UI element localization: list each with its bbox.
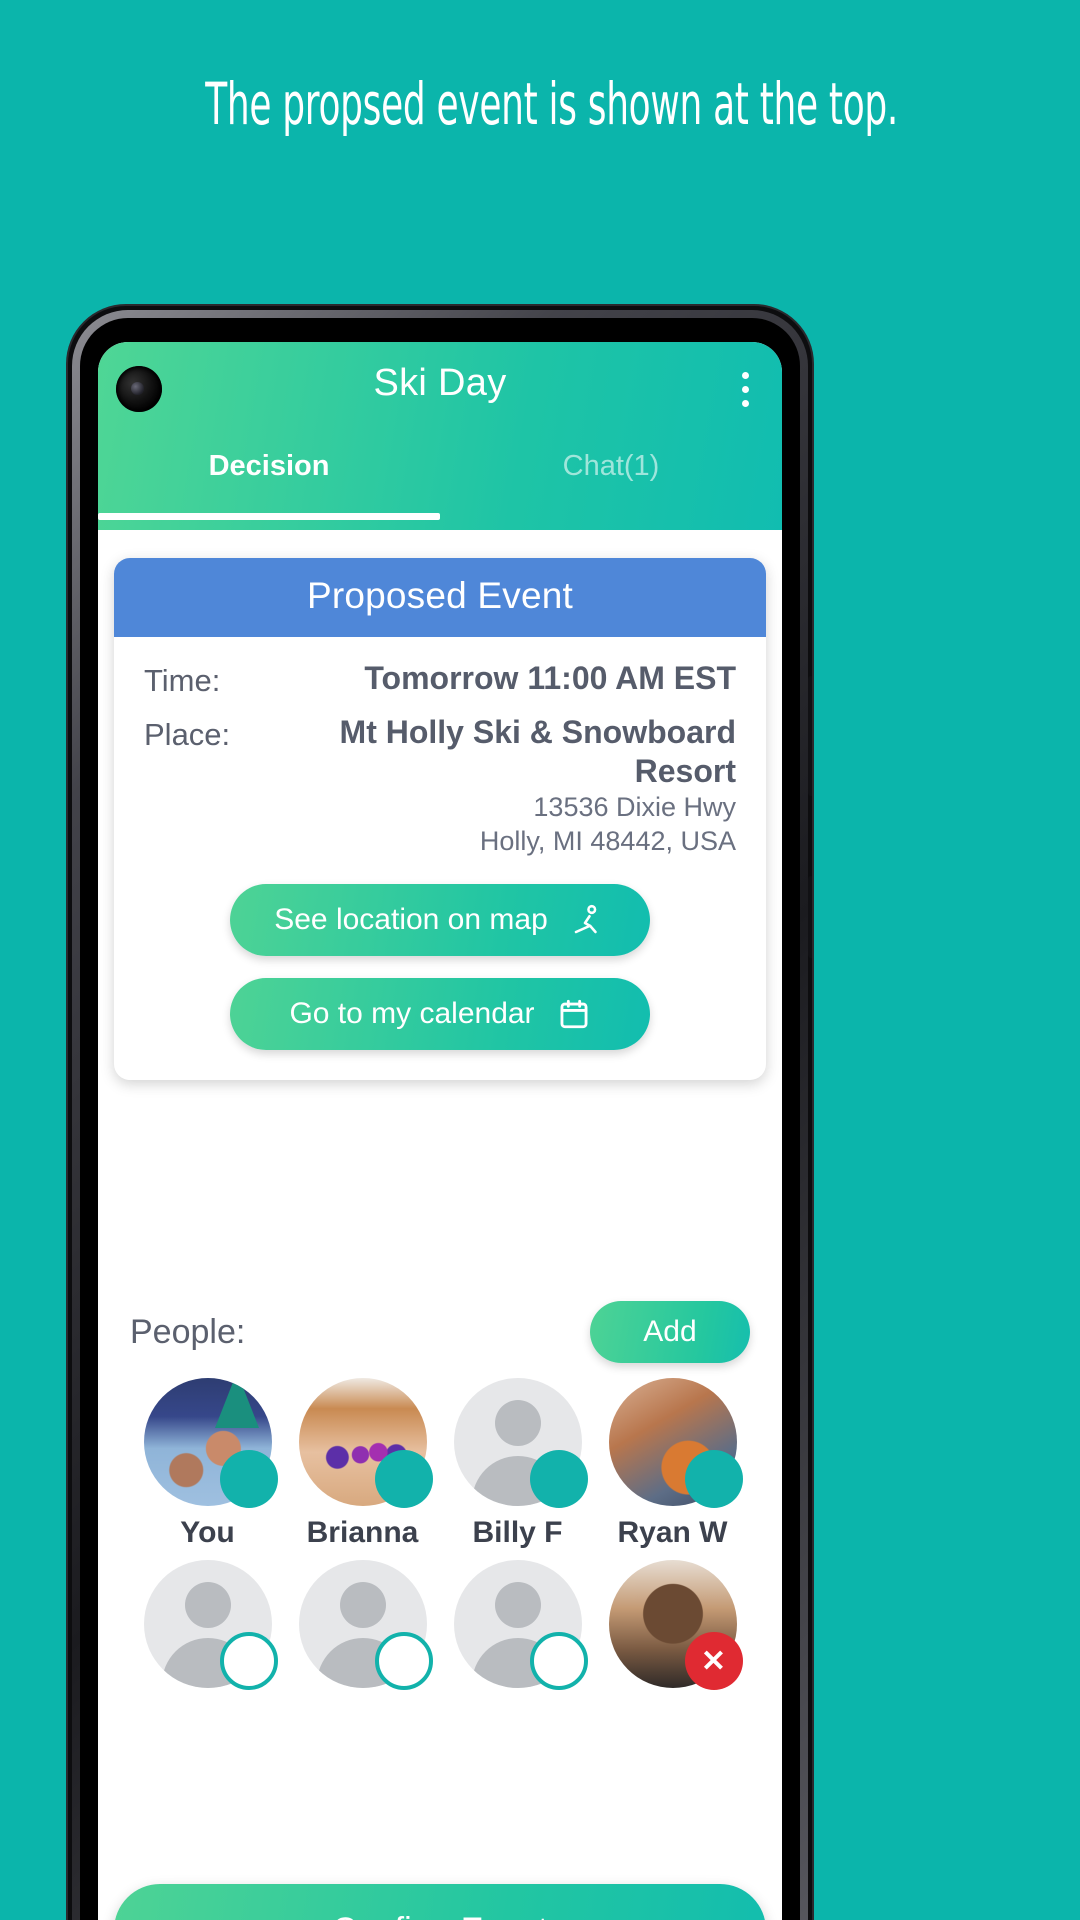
overflow-menu-icon[interactable] <box>742 372 750 414</box>
avatar-wrapper[interactable] <box>298 1378 433 1508</box>
tab-chat-label: Chat(1) <box>562 450 660 482</box>
see-location-on-map-button[interactable]: See location on map <box>230 884 650 956</box>
confirm-event-button[interactable]: Confirm Event <box>114 1884 766 1920</box>
tab-active-indicator <box>98 513 440 520</box>
avatar-wrapper[interactable] <box>143 1378 278 1508</box>
people-label: People: <box>130 1312 246 1351</box>
event-address-line-2: Holly, MI 48442, USA <box>479 825 736 856</box>
tab-bar: Decision Chat(1) <box>98 436 782 530</box>
phone-screen: Ski Day Decision Chat(1) Proposed Event <box>98 342 782 1920</box>
page-headline: The propsed event is shown at the top. <box>205 70 899 138</box>
add-person-label: Add <box>643 1315 697 1348</box>
avatar-wrapper[interactable] <box>453 1560 588 1690</box>
event-address-line-1: 13536 Dixie Hwy <box>533 792 736 823</box>
person-name: Ryan W <box>617 1516 728 1549</box>
status-badge-accepted <box>374 1450 433 1508</box>
people-header: People: Add <box>130 1286 750 1378</box>
phone-device-frame: Ski Day Decision Chat(1) Proposed Event <box>68 306 812 1920</box>
status-badge-accepted <box>684 1450 743 1508</box>
tab-decision[interactable]: Decision <box>98 436 440 530</box>
proposed-event-card: Proposed Event Time: Tomorrow 11:00 AM E… <box>114 558 766 1080</box>
person-billy-f[interactable]: Billy F <box>440 1378 595 1550</box>
proposed-event-title: Proposed Event <box>114 558 766 637</box>
app-bar: Ski Day Decision Chat(1) <box>98 342 782 530</box>
avatar-wrapper[interactable]: ✕ <box>608 1560 743 1690</box>
status-badge-declined: ✕ <box>684 1632 743 1690</box>
person-brianna[interactable]: Brianna <box>285 1378 440 1550</box>
person-you[interactable]: You <box>130 1378 285 1550</box>
tab-chat[interactable]: Chat(1) <box>440 436 782 530</box>
person-row2-2[interactable] <box>285 1560 440 1690</box>
app-content: Proposed Event Time: Tomorrow 11:00 AM E… <box>98 530 782 1920</box>
person-name: Brianna <box>306 1516 419 1549</box>
event-place-label: Place: <box>144 717 231 752</box>
tab-decision-label: Decision <box>208 450 330 482</box>
person-name: You <box>180 1516 235 1549</box>
map-pin-icon <box>570 902 606 938</box>
event-place-value: Mt Holly Ski & Snowboard Resort <box>339 714 736 790</box>
person-row2-3[interactable] <box>440 1560 595 1690</box>
person-row2-4[interactable]: ✕ <box>595 1560 750 1690</box>
person-ryan-w[interactable]: Ryan W <box>595 1378 750 1550</box>
go-to-my-calendar-label: Go to my calendar <box>289 997 535 1030</box>
event-time-label: Time: <box>144 663 221 698</box>
avatar-wrapper[interactable] <box>453 1378 588 1508</box>
person-name: Billy F <box>472 1516 563 1549</box>
avatar-wrapper[interactable] <box>608 1378 743 1508</box>
phone-volume-button[interactable] <box>808 676 812 796</box>
page-title: Ski Day <box>373 362 507 404</box>
status-badge-accepted <box>219 1450 278 1508</box>
confirm-event-label: Confirm Event <box>332 1911 547 1920</box>
add-person-button[interactable]: Add <box>590 1301 750 1363</box>
avatar-wrapper[interactable] <box>298 1560 433 1690</box>
status-badge-pending <box>529 1632 588 1690</box>
status-badge-pending <box>374 1632 433 1690</box>
event-time-value: Tomorrow 11:00 AM EST <box>364 660 736 696</box>
phone-power-button[interactable] <box>808 876 812 958</box>
avatar-wrapper[interactable] <box>143 1560 278 1690</box>
see-location-on-map-label: See location on map <box>274 903 548 936</box>
people-section: People: Add You Brianna Billy F Ryan W ✕ <box>98 1286 782 1690</box>
go-to-my-calendar-button[interactable]: Go to my calendar <box>230 978 650 1050</box>
status-badge-pending <box>219 1632 278 1690</box>
person-row2-1[interactable] <box>130 1560 285 1690</box>
event-time-row: Time: Tomorrow 11:00 AM EST <box>144 659 736 699</box>
people-grid: You Brianna Billy F Ryan W ✕ <box>130 1378 750 1690</box>
event-place-row: Place: Mt Holly Ski & Snowboard Resort 1… <box>144 713 736 858</box>
proposed-event-details: Time: Tomorrow 11:00 AM EST Place: Mt Ho… <box>114 637 766 1080</box>
calendar-icon <box>557 997 591 1031</box>
status-badge-accepted <box>529 1450 588 1508</box>
